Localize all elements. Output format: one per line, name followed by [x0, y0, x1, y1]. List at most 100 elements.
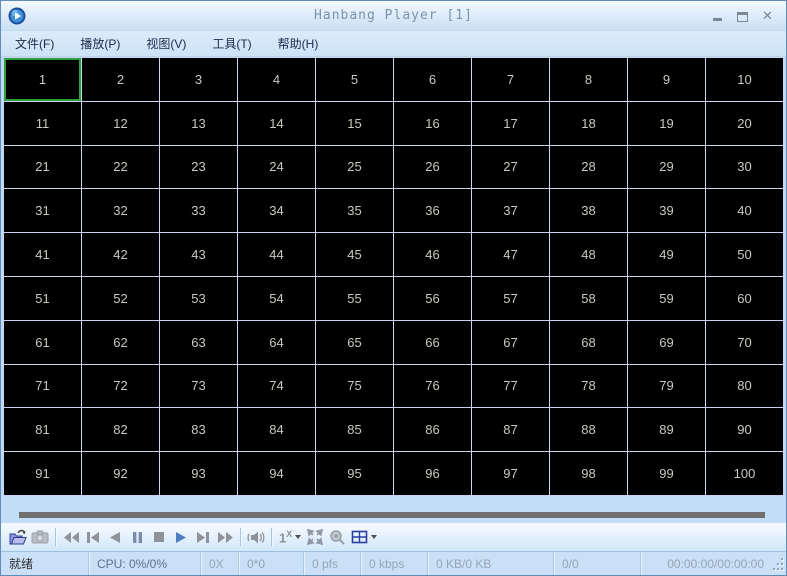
grid-cell-33[interactable]: 33	[160, 189, 237, 233]
grid-cell-69[interactable]: 69	[628, 320, 705, 364]
grid-cell-53[interactable]: 53	[160, 276, 237, 320]
next-button[interactable]	[192, 525, 214, 549]
grid-cell-72[interactable]: 72	[82, 364, 159, 408]
grid-layout-button[interactable]	[348, 525, 380, 549]
volume-button[interactable]	[245, 525, 267, 549]
grid-cell-60[interactable]: 60	[706, 276, 783, 320]
menu-item-file[interactable]: 文件(F)	[5, 31, 64, 56]
step-back-button[interactable]	[104, 525, 126, 549]
grid-cell-66[interactable]: 66	[394, 320, 471, 364]
grid-cell-11[interactable]: 11	[4, 101, 81, 145]
grid-cell-80[interactable]: 80	[706, 364, 783, 408]
grid-cell-5[interactable]: 5	[316, 58, 393, 101]
grid-cell-41[interactable]: 41	[4, 233, 81, 276]
grid-cell-55[interactable]: 55	[316, 276, 393, 320]
grid-cell-22[interactable]: 22	[82, 145, 159, 189]
grid-cell-42[interactable]: 42	[82, 233, 159, 276]
grid-cell-30[interactable]: 30	[706, 145, 783, 189]
grid-cell-74[interactable]: 74	[238, 364, 315, 408]
grid-cell-59[interactable]: 59	[628, 276, 705, 320]
grid-cell-87[interactable]: 87	[472, 408, 549, 452]
grid-cell-86[interactable]: 86	[394, 408, 471, 452]
grid-cell-38[interactable]: 38	[550, 189, 627, 233]
menu-item-help[interactable]: 帮助(H)	[268, 31, 329, 56]
grid-cell-76[interactable]: 76	[394, 364, 471, 408]
grid-cell-73[interactable]: 73	[160, 364, 237, 408]
grid-cell-1[interactable]: 1	[4, 58, 81, 101]
grid-cell-49[interactable]: 49	[628, 233, 705, 276]
grid-cell-23[interactable]: 23	[160, 145, 237, 189]
grid-cell-47[interactable]: 47	[472, 233, 549, 276]
grid-cell-67[interactable]: 67	[472, 320, 549, 364]
grid-cell-82[interactable]: 82	[82, 408, 159, 452]
grid-cell-7[interactable]: 7	[472, 58, 549, 101]
grid-cell-78[interactable]: 78	[550, 364, 627, 408]
grid-cell-13[interactable]: 13	[160, 101, 237, 145]
grid-cell-25[interactable]: 25	[316, 145, 393, 189]
stop-button[interactable]	[148, 525, 170, 549]
grid-cell-68[interactable]: 68	[550, 320, 627, 364]
grid-cell-40[interactable]: 40	[706, 189, 783, 233]
grid-cell-62[interactable]: 62	[82, 320, 159, 364]
grid-cell-54[interactable]: 54	[238, 276, 315, 320]
grid-cell-84[interactable]: 84	[238, 408, 315, 452]
grid-cell-79[interactable]: 79	[628, 364, 705, 408]
menu-item-tools[interactable]: 工具(T)	[202, 31, 261, 56]
rewind-button[interactable]	[60, 525, 82, 549]
grid-cell-46[interactable]: 46	[394, 233, 471, 276]
menu-item-play[interactable]: 播放(P)	[70, 31, 130, 56]
grid-cell-97[interactable]: 97	[472, 452, 549, 495]
close-button[interactable]: ✕	[761, 9, 774, 22]
grid-cell-100[interactable]: 100	[706, 452, 783, 495]
grid-cell-39[interactable]: 39	[628, 189, 705, 233]
grid-cell-75[interactable]: 75	[316, 364, 393, 408]
grid-cell-17[interactable]: 17	[472, 101, 549, 145]
grid-cell-4[interactable]: 4	[238, 58, 315, 101]
grid-cell-64[interactable]: 64	[238, 320, 315, 364]
open-file-button[interactable]	[7, 525, 29, 549]
grid-cell-58[interactable]: 58	[550, 276, 627, 320]
grid-cell-65[interactable]: 65	[316, 320, 393, 364]
grid-cell-98[interactable]: 98	[550, 452, 627, 495]
grid-cell-27[interactable]: 27	[472, 145, 549, 189]
grid-cell-91[interactable]: 91	[4, 452, 81, 495]
grid-cell-16[interactable]: 16	[394, 101, 471, 145]
grid-cell-35[interactable]: 35	[316, 189, 393, 233]
grid-cell-70[interactable]: 70	[706, 320, 783, 364]
grid-cell-14[interactable]: 14	[238, 101, 315, 145]
grid-cell-52[interactable]: 52	[82, 276, 159, 320]
grid-cell-19[interactable]: 19	[628, 101, 705, 145]
grid-cell-21[interactable]: 21	[4, 145, 81, 189]
grid-cell-44[interactable]: 44	[238, 233, 315, 276]
menu-item-view[interactable]: 视图(V)	[136, 31, 196, 56]
grid-cell-45[interactable]: 45	[316, 233, 393, 276]
grid-cell-89[interactable]: 89	[628, 408, 705, 452]
grid-cell-77[interactable]: 77	[472, 364, 549, 408]
grid-cell-6[interactable]: 6	[394, 58, 471, 101]
grid-cell-56[interactable]: 56	[394, 276, 471, 320]
pause-button[interactable]	[126, 525, 148, 549]
grid-cell-3[interactable]: 3	[160, 58, 237, 101]
grid-cell-61[interactable]: 61	[4, 320, 81, 364]
grid-cell-8[interactable]: 8	[550, 58, 627, 101]
grid-cell-48[interactable]: 48	[550, 233, 627, 276]
grid-cell-71[interactable]: 71	[4, 364, 81, 408]
grid-cell-20[interactable]: 20	[706, 101, 783, 145]
grid-cell-37[interactable]: 37	[472, 189, 549, 233]
grid-cell-36[interactable]: 36	[394, 189, 471, 233]
resize-grip[interactable]	[772, 552, 786, 575]
grid-cell-95[interactable]: 95	[316, 452, 393, 495]
grid-cell-96[interactable]: 96	[394, 452, 471, 495]
grid-cell-92[interactable]: 92	[82, 452, 159, 495]
previous-button[interactable]	[82, 525, 104, 549]
grid-cell-43[interactable]: 43	[160, 233, 237, 276]
playback-speed-button[interactable]: 1X	[276, 525, 304, 549]
grid-cell-12[interactable]: 12	[82, 101, 159, 145]
snapshot-button[interactable]	[29, 525, 51, 549]
fast-forward-button[interactable]	[214, 525, 236, 549]
grid-cell-26[interactable]: 26	[394, 145, 471, 189]
grid-cell-24[interactable]: 24	[238, 145, 315, 189]
maximize-button[interactable]	[736, 9, 749, 22]
grid-cell-9[interactable]: 9	[628, 58, 705, 101]
grid-cell-85[interactable]: 85	[316, 408, 393, 452]
